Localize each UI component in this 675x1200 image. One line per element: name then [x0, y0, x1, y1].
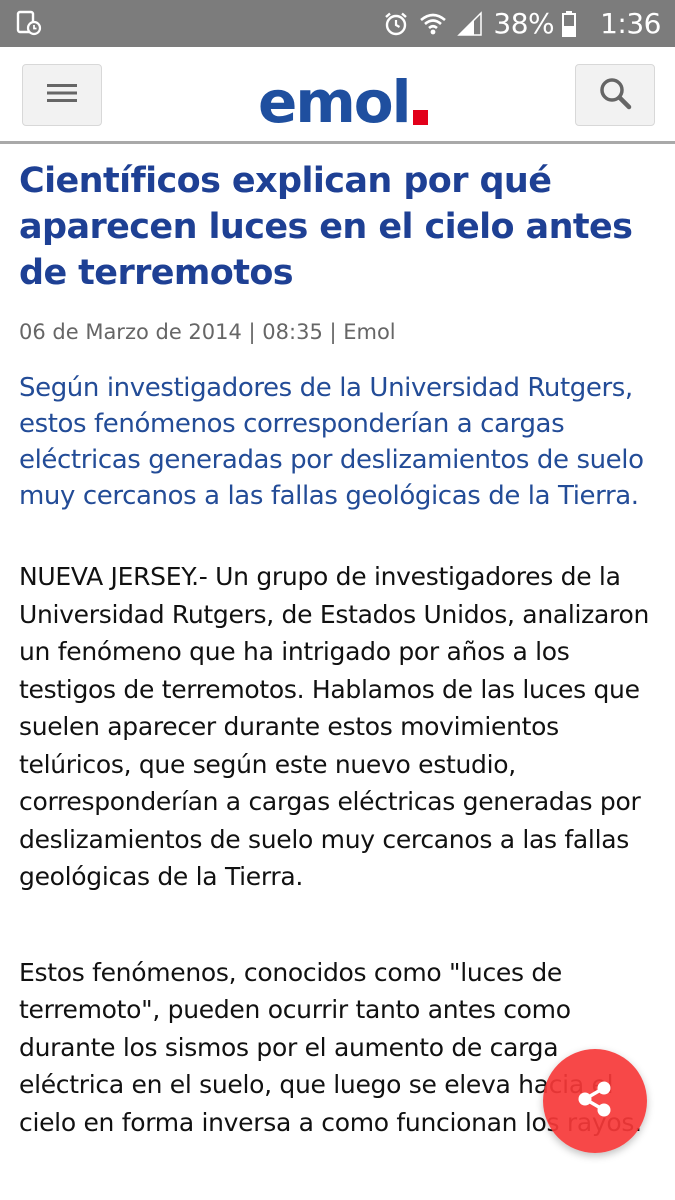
logo-text: emol — [258, 68, 411, 136]
clock: 1:36 — [600, 7, 661, 40]
search-icon — [598, 76, 632, 115]
search-button[interactable] — [575, 64, 655, 126]
menu-button[interactable] — [22, 64, 102, 126]
hamburger-menu-icon — [46, 82, 78, 109]
battery-icon — [562, 10, 577, 37]
signal-icon — [457, 10, 483, 37]
logo-dot — [412, 110, 428, 125]
status-bar: 38% 1:36 — [0, 0, 675, 47]
article: Científicos explican por qué aparecen lu… — [19, 158, 659, 1141]
article-headline: Científicos explican por qué aparecen lu… — [19, 161, 633, 293]
emol-logo[interactable]: emol — [258, 61, 428, 131]
article-lead: Según investigadores de la Universidad R… — [19, 373, 644, 511]
article-meta: 06 de Marzo de 2014 | 08:35 | Emol — [19, 320, 396, 344]
article-paragraph: NUEVA JERSEY.- Un grupo de investigadore… — [19, 562, 649, 891]
app-header: emol — [0, 47, 675, 144]
share-button[interactable] — [543, 1049, 647, 1153]
wifi-icon — [419, 11, 447, 37]
alarm-icon — [383, 11, 409, 37]
screenshot-notification-icon — [16, 10, 42, 36]
status-icons: 38% 1:36 — [383, 0, 661, 47]
battery-percent: 38% — [493, 7, 555, 40]
share-icon — [573, 1077, 617, 1126]
